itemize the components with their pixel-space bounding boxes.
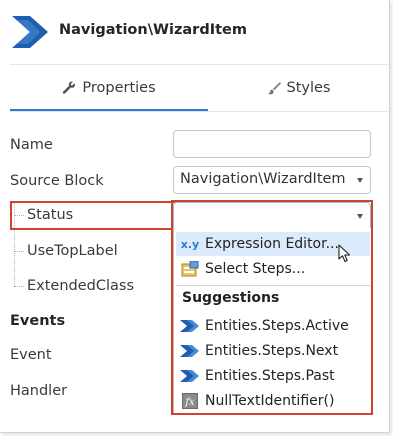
status-dropdown-highlight bbox=[171, 200, 373, 415]
wrench-icon bbox=[62, 80, 76, 95]
wizard-item-chevron-icon bbox=[12, 16, 48, 48]
source-block-select[interactable]: Navigation\WizardItem bbox=[173, 166, 371, 194]
tab-bar: Properties Styles bbox=[10, 64, 389, 112]
extended-class-label: ExtendedClass bbox=[27, 278, 135, 294]
panel-header: Navigation\WizardItem bbox=[0, 0, 389, 64]
mouse-cursor-icon bbox=[338, 244, 351, 263]
brush-icon bbox=[267, 81, 281, 95]
active-tab-indicator bbox=[10, 109, 208, 111]
source-block-value: Navigation\WizardItem bbox=[180, 171, 346, 187]
page-title: Navigation\WizardItem bbox=[59, 22, 247, 38]
properties-panel: Navigation\WizardItem Properties Styles … bbox=[0, 0, 390, 433]
tab-properties-label: Properties bbox=[82, 79, 156, 96]
events-heading: Events bbox=[10, 313, 66, 329]
tree-guide-branch bbox=[14, 251, 24, 252]
status-label-highlight bbox=[10, 201, 176, 230]
tab-styles[interactable]: Styles bbox=[208, 65, 389, 110]
tab-properties[interactable]: Properties bbox=[10, 65, 208, 111]
use-top-label-label: UseTopLabel bbox=[27, 243, 118, 259]
name-label: Name bbox=[10, 137, 53, 153]
chevron-down-icon bbox=[357, 178, 363, 183]
tree-guide-branch bbox=[14, 286, 24, 287]
name-field[interactable] bbox=[173, 130, 371, 158]
handler-label: Handler bbox=[10, 383, 68, 399]
event-label: Event bbox=[10, 347, 52, 363]
source-block-label: Source Block bbox=[10, 173, 104, 189]
tab-styles-label: Styles bbox=[286, 79, 331, 96]
